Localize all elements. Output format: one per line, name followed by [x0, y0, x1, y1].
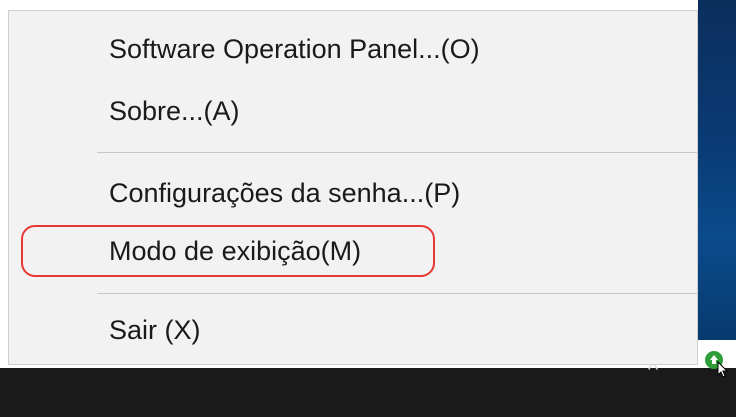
context-menu: Software Operation Panel...(O) Sobre...(…: [8, 10, 698, 365]
menu-separator: [97, 152, 697, 153]
scanner-app-icon[interactable]: [702, 349, 732, 379]
menu-item-sobre[interactable]: Sobre...(A): [109, 89, 240, 133]
menu-item-sair[interactable]: Sair (X): [109, 308, 201, 352]
desktop-background: [698, 0, 736, 340]
taskbar: [0, 368, 736, 417]
menu-item-configuracoes-da-senha[interactable]: Configurações da senha...(P): [109, 171, 460, 215]
highlight-outline: [21, 225, 435, 277]
menu-item-software-operation-panel[interactable]: Software Operation Panel...(O): [109, 27, 480, 71]
screen: ^ Software Operation Panel...(O) Sobre..…: [0, 0, 736, 417]
menu-separator: [97, 293, 697, 294]
